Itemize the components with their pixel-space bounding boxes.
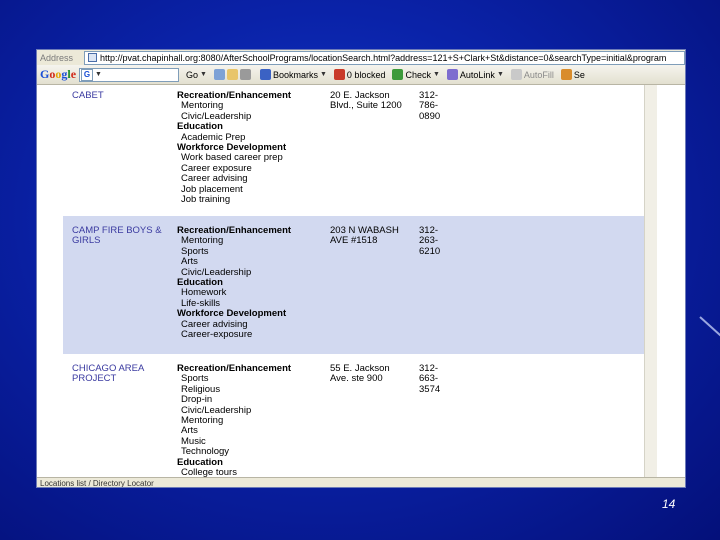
results-list: CABET Recreation/Enhancement Mentoring C… [37,85,685,477]
autofill-button[interactable]: AutoFill [510,69,554,80]
listing-row: CHICAGO AREA PROJECT Recreation/Enhancem… [63,354,644,477]
org-address: 203 N WABASH AVE #1518 [330,225,399,247]
program-list: Recreation/Enhancement Sports Religious … [177,363,291,477]
org-name[interactable]: CAMP FIRE BOYS & GIRLS [72,226,172,246]
listing-row: CAMP FIRE BOYS & GIRLS Recreation/Enhanc… [63,216,644,354]
org-name[interactable]: CABET [72,91,172,101]
autolink-icon [446,69,458,80]
org-phone: 312-263-6210 [419,225,441,257]
org-address: 20 E. Jackson Blvd., Suite 1200 [330,90,402,112]
url-field[interactable]: http://pvat.chapinhall.org:8080/AfterSch… [84,50,685,65]
org-phone: 312-663-3574 [419,363,441,395]
address-bar: Address http://pvat.chapinhall.org:8080/… [37,50,685,66]
google-logo: Google [40,67,77,81]
autofill-icon [510,69,522,80]
check-icon [392,69,404,80]
star-icon [259,69,271,80]
address-label: Address [40,52,74,63]
page-icon [88,53,97,62]
news-icon [226,69,238,80]
spellcheck-button[interactable]: Check ▼ [392,69,440,80]
program-item: Job training [181,194,231,206]
search-tools[interactable] [213,69,253,80]
listing-row: CABET Recreation/Enhancement Mentoring C… [63,85,644,216]
org-phone: 312-786-0890 [419,90,441,122]
url-text: http://pvat.chapinhall.org:8080/AfterSch… [100,52,667,63]
popup-icon [239,69,251,80]
popup-blocker-button[interactable]: 0 blocked [333,69,385,80]
autolink-button[interactable]: AutoLink ▼ [446,69,504,80]
status-bar: Locations list / Directory Locator [37,477,685,487]
program-list: Recreation/Enhancement Mentoring Sports … [177,225,291,341]
go-button[interactable]: Go ▼ [186,70,207,80]
status-text: Locations list / Directory Locator [40,478,154,488]
search-icon [213,69,225,80]
bookmarks-button[interactable]: Bookmarks ▼ [259,69,327,80]
slide-number: 14 [662,497,676,511]
browser-window: Address http://pvat.chapinhall.org:8080/… [37,50,685,487]
program-list: Recreation/Enhancement Mentoring Civic/L… [177,90,291,206]
send-button[interactable]: Se [560,69,585,80]
org-address: 55 E. Jackson Ave. ste 900 [330,363,390,385]
blocker-icon [333,69,345,80]
google-toolbar: Google G ▼ Go ▼ Bookmarks ▼ 0 blocked Chec… [37,65,685,85]
vertical-scrollbar[interactable] [644,85,657,477]
google-g-icon: G [81,68,94,81]
send-icon [560,69,572,80]
decorative-line [699,316,720,337]
org-name[interactable]: CHICAGO AREA PROJECT [72,364,172,384]
program-item: Career-exposure [181,329,253,341]
program-item: College tours [181,467,237,477]
chevron-down-icon[interactable]: ▼ [95,71,102,78]
google-search-input[interactable]: G ▼ [79,67,180,82]
